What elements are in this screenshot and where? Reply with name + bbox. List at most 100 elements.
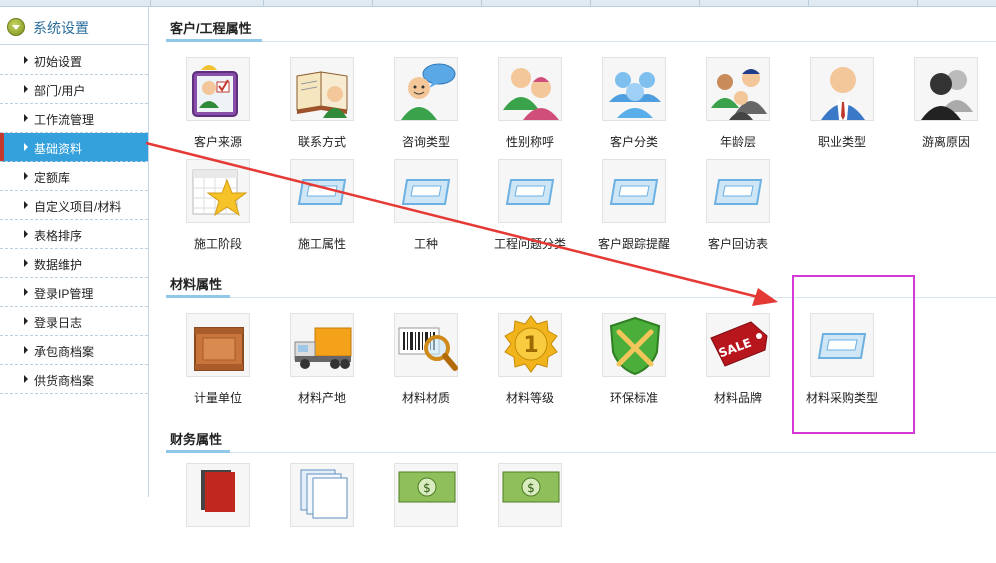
sidebar-item-label: 表格排序 — [34, 229, 83, 243]
sidebar-item-contractors[interactable]: 承包商档案 — [0, 336, 148, 365]
tile-age-group[interactable]: 年龄层 — [686, 57, 786, 157]
section-underline — [166, 39, 262, 42]
tile-trade-type[interactable]: 工种 — [374, 159, 474, 259]
tile-label: 联系方式 — [297, 135, 346, 149]
tile-label: 施工属性 — [297, 237, 346, 251]
tile-finance-item[interactable] — [166, 463, 266, 563]
tile-label: 材料材质 — [401, 391, 450, 405]
tile-label: 客户来源 — [193, 135, 242, 149]
money-bills-icon: $ — [498, 463, 562, 527]
tile-label: 客户分类 — [609, 135, 658, 149]
caret-right-icon — [24, 288, 28, 296]
svg-text:1: 1 — [523, 333, 538, 358]
occupation-person-icon — [810, 57, 874, 121]
tile-label: 材料品牌 — [713, 391, 762, 405]
tile-material-origin[interactable]: 材料产地 — [270, 313, 370, 413]
caret-right-icon — [24, 375, 28, 383]
caret-right-icon — [24, 143, 28, 151]
survey-person-icon — [186, 57, 250, 121]
tile-finance-item[interactable] — [270, 463, 370, 563]
tile-material-texture[interactable]: 材料材质 — [374, 313, 474, 413]
sidebar-item-label: 登录日志 — [34, 316, 83, 330]
tile-customer-source[interactable]: 客户来源 — [166, 57, 266, 157]
sidebar-menu: 初始设置 部门/用户 工作流管理 基础资料 定额库 自定义项目/材料 表格排序 … — [0, 46, 148, 394]
document-stack-icon — [290, 463, 354, 527]
tile-churn-reason[interactable]: 游离原因 — [894, 57, 994, 157]
tile-follow-up-reminder[interactable]: 客户跟踪提醒 — [582, 159, 682, 259]
caret-right-icon — [24, 172, 28, 180]
tile-label: 工程问题分类 — [493, 237, 566, 251]
sidebar-item-initial-settings[interactable]: 初始设置 — [0, 46, 148, 75]
sidebar-header[interactable]: 系统设置 — [0, 7, 148, 45]
tile-label: 施工阶段 — [193, 237, 242, 251]
tile-contact-method[interactable]: 联系方式 — [270, 57, 370, 157]
svg-text:$: $ — [423, 481, 431, 495]
sidebar: 系统设置 初始设置 部门/用户 工作流管理 基础资料 定额库 自定义项目/材料 … — [0, 7, 149, 497]
sale-tag-icon: SALE — [706, 313, 770, 377]
placeholder-card-icon — [498, 159, 562, 223]
sidebar-item-table-sort[interactable]: 表格排序 — [0, 220, 148, 249]
calendar-star-icon — [186, 159, 250, 223]
placeholder-card-icon — [602, 159, 666, 223]
tile-unit-of-measure[interactable]: 计量单位 — [166, 313, 266, 413]
caret-right-icon — [24, 201, 28, 209]
sidebar-item-data-maintenance[interactable]: 数据维护 — [0, 249, 148, 278]
tile-consult-type[interactable]: 咨询类型 — [374, 57, 474, 157]
annotation-highlight-box — [792, 275, 915, 434]
sidebar-item-departments-users[interactable]: 部门/用户 — [0, 75, 148, 104]
tile-occupation-type[interactable]: 职业类型 — [790, 57, 890, 157]
tile-label: 职业类型 — [817, 135, 866, 149]
sidebar-item-label: 登录IP管理 — [34, 287, 94, 301]
sidebar-item-login-log[interactable]: 登录日志 — [0, 307, 148, 336]
sidebar-item-label: 初始设置 — [34, 55, 83, 69]
sidebar-item-workflow[interactable]: 工作流管理 — [0, 104, 148, 133]
sidebar-item-label: 部门/用户 — [34, 84, 86, 98]
tile-label: 年龄层 — [719, 135, 756, 149]
tile-eco-standard[interactable]: 环保标准 — [582, 313, 682, 413]
users-dark-icon — [914, 57, 978, 121]
caret-right-icon — [24, 346, 28, 354]
caret-right-icon — [24, 85, 28, 93]
placeholder-card-icon — [706, 159, 770, 223]
tile-label: 材料产地 — [297, 391, 346, 405]
tile-return-visit-form[interactable]: 客户回访表 — [686, 159, 786, 259]
tile-material-brand[interactable]: SALE 材料品牌 — [686, 313, 786, 413]
gender-pair-icon — [498, 57, 562, 121]
tile-label: 环保标准 — [609, 391, 658, 405]
wooden-crate-icon — [186, 313, 250, 377]
tile-label: 工种 — [413, 237, 438, 251]
tile-finance-item[interactable]: $ — [478, 463, 578, 563]
tile-label: 材料等级 — [505, 391, 554, 405]
sidebar-item-basic-data[interactable]: 基础资料 — [0, 133, 148, 162]
barcode-magnifier-icon — [394, 313, 458, 377]
section-title-customer: 客户/工程属性 — [170, 21, 252, 36]
sidebar-item-label: 基础资料 — [34, 142, 83, 156]
tile-gender-title[interactable]: 性别称呼 — [478, 57, 578, 157]
sidebar-item-quota-library[interactable]: 定额库 — [0, 162, 148, 191]
consult-chat-icon — [394, 57, 458, 121]
section-divider — [230, 452, 996, 453]
caret-right-icon — [24, 56, 28, 64]
tile-issue-category[interactable]: 工程问题分类 — [478, 159, 578, 259]
placeholder-card-icon — [394, 159, 458, 223]
sidebar-item-suppliers[interactable]: 供货商档案 — [0, 365, 148, 394]
tile-label: 客户回访表 — [707, 237, 768, 251]
green-shield-icon — [602, 313, 666, 377]
sidebar-item-label: 自定义项目/材料 — [34, 200, 122, 214]
tile-construction-stage[interactable]: 施工阶段 — [166, 159, 266, 259]
tile-label: 游离原因 — [921, 135, 970, 149]
placeholder-card-icon — [290, 159, 354, 223]
red-books-icon — [186, 463, 250, 527]
gold-medal-icon: 1 — [498, 313, 562, 377]
tile-material-grade[interactable]: 1 材料等级 — [478, 313, 578, 413]
collapse-toggle-icon[interactable] — [7, 18, 25, 36]
tile-construction-attribute[interactable]: 施工属性 — [270, 159, 370, 259]
tile-finance-item[interactable]: $ — [374, 463, 474, 563]
sidebar-item-label: 定额库 — [34, 171, 71, 185]
sidebar-item-label: 供货商档案 — [34, 374, 95, 388]
tile-customer-category[interactable]: 客户分类 — [582, 57, 682, 157]
sidebar-item-login-ip[interactable]: 登录IP管理 — [0, 278, 148, 307]
top-strip — [0, 0, 996, 7]
sidebar-item-label: 承包商档案 — [34, 345, 95, 359]
sidebar-item-custom-items[interactable]: 自定义项目/材料 — [0, 191, 148, 220]
